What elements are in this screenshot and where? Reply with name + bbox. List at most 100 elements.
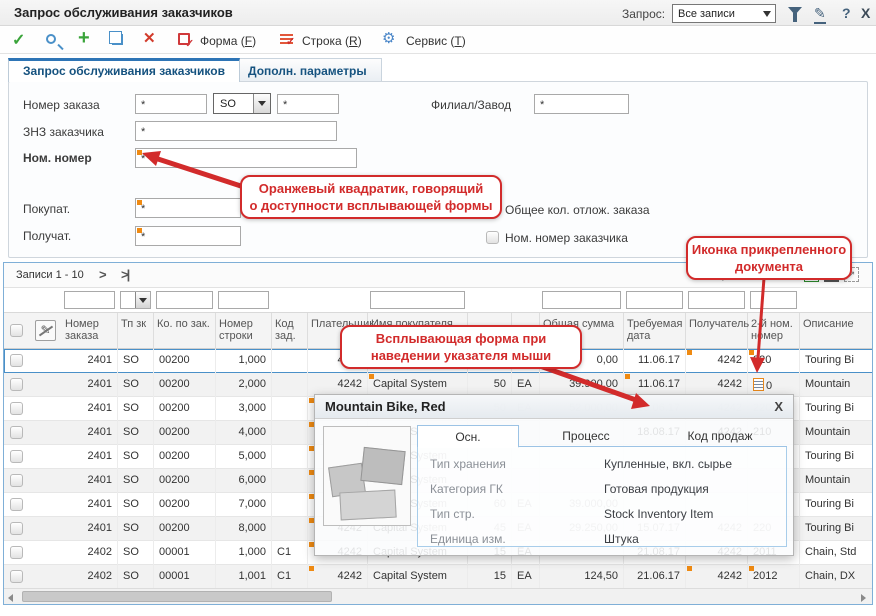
- form-menu[interactable]: Форма (F): [200, 34, 256, 48]
- copy-icon[interactable]: [112, 34, 123, 45]
- tab-additional-parameters[interactable]: Дополн. параметры: [233, 58, 382, 82]
- grid-cell-item2: 2012: [748, 565, 800, 589]
- filter-input-tp[interactable]: [120, 291, 151, 309]
- row-checkbox[interactable]: [10, 402, 23, 415]
- column-header-tp[interactable]: Тп зк: [118, 313, 154, 349]
- filter-input-item2[interactable]: [750, 291, 797, 309]
- filter-input-ko[interactable]: [156, 291, 213, 309]
- filter-input-total[interactable]: [542, 291, 621, 309]
- query-label: Запрос:: [622, 7, 665, 21]
- grid-cell-kod: [272, 469, 308, 493]
- tab-customer-service-inquiry[interactable]: Запрос обслуживания заказчиков: [8, 58, 240, 82]
- popup-tab-process[interactable]: Процесс: [519, 425, 653, 447]
- column-header-desc[interactable]: Описание: [800, 313, 873, 349]
- filter-form-panel: Номер заказа * SO * Филиал/Завод * ЗНЗ з…: [8, 81, 868, 258]
- row-menu[interactable]: Строка (R): [302, 34, 362, 48]
- customer-item-label: Ном. номер заказчика: [505, 231, 628, 245]
- grid-cell-tp: SO: [118, 565, 154, 589]
- grid-cell-kod: [272, 373, 308, 397]
- popup-tab-basic[interactable]: Осн.: [417, 425, 519, 448]
- column-header-ko[interactable]: Ко. по зак.: [154, 313, 216, 349]
- form-menu-icon[interactable]: [178, 33, 190, 45]
- grid-cell-ko: 00200: [154, 445, 216, 469]
- grid-cell-order: 2401: [62, 373, 118, 397]
- column-header-order[interactable]: Номер заказа: [62, 313, 118, 349]
- close-icon[interactable]: X: [861, 5, 870, 21]
- grid-cell-tp: SO: [118, 421, 154, 445]
- scrollbar-thumb[interactable]: [22, 591, 332, 602]
- popup-tab-sales-code[interactable]: Код продаж: [653, 425, 787, 447]
- branch-plant-input[interactable]: *: [534, 94, 629, 114]
- grid-filter-row: [4, 288, 873, 313]
- grid-cell-tp: SO: [118, 373, 154, 397]
- callout-text: Иконка прикрепленного: [688, 241, 850, 258]
- grid-cell-order: 2401: [62, 397, 118, 421]
- row-checkbox[interactable]: [10, 474, 23, 487]
- row-checkbox[interactable]: [10, 426, 23, 439]
- ok-icon[interactable]: ✓: [12, 30, 25, 50]
- order-type-select[interactable]: SO: [213, 93, 271, 114]
- popup-close-icon[interactable]: X: [774, 399, 783, 414]
- select-all-checkbox[interactable]: [10, 324, 23, 337]
- filter-input-line[interactable]: [218, 291, 269, 309]
- popup-field-label: Тип стр.: [430, 507, 475, 521]
- add-icon[interactable]: +: [78, 27, 90, 47]
- callout-text: о доступности всплывающей формы: [242, 197, 500, 214]
- grid-cell-line: 6,000: [216, 469, 272, 493]
- horizontal-scrollbar[interactable]: [4, 588, 872, 604]
- grid-cell-desc: Mountain: [800, 373, 873, 397]
- scroll-right-icon[interactable]: [861, 594, 866, 602]
- grid-cell-desc: Chain, DX: [800, 565, 873, 589]
- callout-hover-form: Всплывающая форма при наведении указател…: [340, 325, 582, 369]
- row-checkbox[interactable]: [10, 498, 23, 511]
- attachment-icon[interactable]: [753, 378, 764, 391]
- filter-icon[interactable]: [788, 7, 802, 15]
- sold-to-input[interactable]: *: [135, 198, 241, 218]
- filter-input-recip[interactable]: [688, 291, 745, 309]
- gear-icon[interactable]: ⚙: [382, 29, 395, 49]
- next-page-icon[interactable]: >: [99, 267, 107, 282]
- popup-body: Тип хранения Купленные, вкл. сырье Катег…: [417, 447, 787, 547]
- scroll-left-icon[interactable]: [8, 594, 13, 602]
- row-checkbox[interactable]: [10, 570, 23, 583]
- edit-icon[interactable]: ✎: [814, 5, 826, 24]
- popup-field-value: Купленные, вкл. сырье: [604, 457, 732, 471]
- row-checkbox[interactable]: [10, 546, 23, 559]
- row-menu-icon[interactable]: [280, 34, 293, 44]
- grid-cell-order: 2401: [62, 445, 118, 469]
- row-checkbox[interactable]: [10, 378, 23, 391]
- grid-cell-line: 1,001: [216, 565, 272, 589]
- row-checkbox[interactable]: [10, 450, 23, 463]
- grid-cell-order: 2401: [62, 349, 118, 373]
- column-header-kod[interactable]: Код зад.: [272, 313, 308, 349]
- popup-field-value: Stock Inventory Item: [604, 507, 713, 521]
- delete-icon[interactable]: ✕: [143, 29, 156, 49]
- search-icon[interactable]: [46, 34, 56, 44]
- column-header-item2[interactable]: 2-й ном. номер: [748, 313, 800, 349]
- order-number-input[interactable]: *: [135, 94, 207, 114]
- filter-input-date[interactable]: [626, 291, 683, 309]
- row-checkbox[interactable]: [10, 354, 23, 367]
- ship-to-input[interactable]: *: [135, 226, 241, 246]
- item-number-input[interactable]: *: [135, 148, 357, 168]
- order-number-input-2[interactable]: *: [277, 94, 339, 114]
- customer-item-checkbox[interactable]: [486, 231, 499, 244]
- filter-input-name[interactable]: [370, 291, 465, 309]
- row-checkbox[interactable]: [10, 522, 23, 535]
- column-header-line[interactable]: Номер строки: [216, 313, 272, 349]
- grid-cell-kod: [272, 445, 308, 469]
- help-icon[interactable]: ?: [842, 5, 851, 21]
- tools-menu[interactable]: Сервис (T): [406, 34, 466, 48]
- grid-cell-desc: Mountain: [800, 469, 873, 493]
- grid-cell-tp: SO: [118, 397, 154, 421]
- table-row[interactable]: 2402SO000011,001C14242Capital System15EA…: [4, 565, 873, 589]
- no-edit-pencil-icon: ✎: [35, 320, 56, 341]
- customer-po-input[interactable]: *: [135, 121, 337, 141]
- callout-text: Оранжевый квадратик, говорящий: [242, 180, 500, 197]
- filter-input-order[interactable]: [64, 291, 115, 309]
- column-header-date[interactable]: Требуемая дата: [624, 313, 686, 349]
- column-header-recip[interactable]: Получатель: [686, 313, 748, 349]
- last-page-icon[interactable]: >|: [121, 267, 128, 282]
- query-select[interactable]: Все записи: [672, 4, 776, 23]
- grid-cell-payer: 4242: [308, 565, 368, 589]
